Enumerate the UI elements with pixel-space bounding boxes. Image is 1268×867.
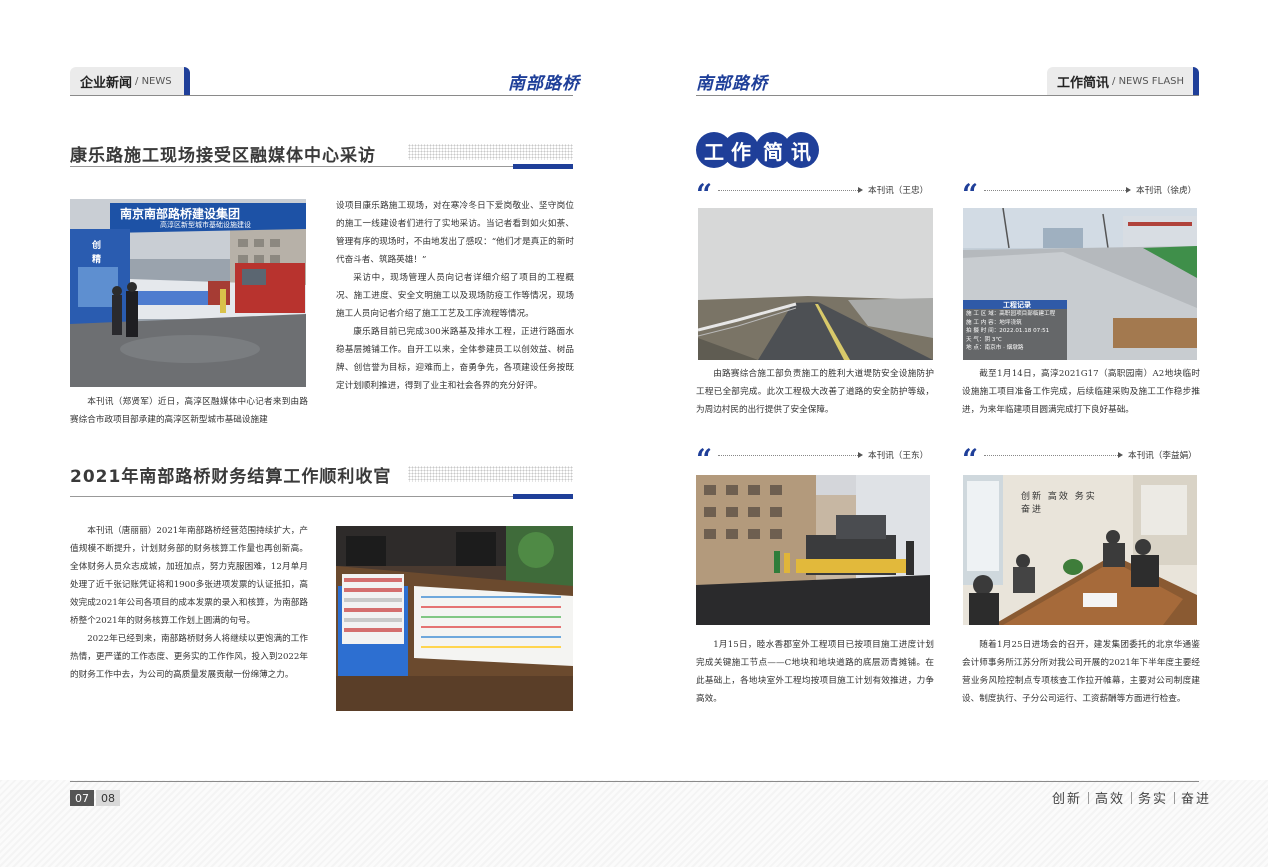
article1-paragraph: 康乐路目前已完成300米路基及排水工程，正进行路面水稳基层摊铺工作。自开工以来，…	[336, 327, 574, 391]
flash4-wall-text: 创新 高效 务实 奋进	[1021, 492, 1097, 515]
footer-slogan: 创新 高效 务实 奋进	[1052, 788, 1211, 807]
right-brand-logo: 南部路桥	[696, 74, 768, 94]
flash1-dotline	[718, 190, 858, 192]
page-number-left: 07	[70, 790, 94, 806]
flash2-text: 截至1月14日，高淳2021G17（高职园南）A2地块临时设施施工项目准备工作完…	[962, 369, 1200, 415]
slogan-word: 创新	[1052, 792, 1083, 807]
flash4-photo-meeting: 创新 高效 务实 奋进	[963, 475, 1197, 625]
left-header-rule	[70, 95, 573, 96]
flash2-dotline	[984, 190, 1126, 192]
flash4-arrow-icon	[1118, 452, 1123, 458]
flash1-photo-road	[698, 208, 933, 360]
flash3-byline: 本刊讯（王东）	[868, 451, 929, 461]
right-section-title-en: / NEWS FLASH	[1112, 75, 1185, 87]
flash2-quote-icon: “	[962, 178, 979, 211]
article1-photo-interview: 南京南部路桥建设集团 高淳区新型城市基础设施建设 创 精	[70, 199, 306, 387]
flash2-byline: 本刊讯（徐虎）	[1136, 186, 1197, 196]
flash2-arrow-icon	[1126, 187, 1131, 193]
left-section-title: 企业新闻	[80, 75, 133, 91]
flash1-byline: 本刊讯（王忠）	[868, 186, 929, 196]
flash3-photo-paving	[696, 475, 930, 625]
flash2-record-line: 施 工 内 容：地坪浇筑	[966, 319, 1022, 326]
flash1-text: 由路赛综合施工部负责施工的胜利大道堤防安全设施防护工程已全部完成。此次工程极大改…	[696, 369, 934, 415]
page-number-right: 08	[96, 790, 120, 806]
article2-headline-pattern	[408, 466, 573, 482]
article1-headline-pattern	[408, 144, 573, 160]
article1-photo-sign-sub: 高淳区新型城市基础设施建设	[160, 221, 251, 229]
article2-headline-bar	[513, 494, 573, 499]
article2-paragraph: 本刊讯（唐丽丽）2021年南部路桥经营范围持续扩大，产值规模不断提升，计划财务部…	[70, 526, 308, 626]
flash2-record-line: 施 工 区 域：高职园项目部临建工程	[966, 311, 1056, 317]
flash2-record-line: 天 气：阴 3℃	[966, 336, 1002, 343]
slogan-word: 高效	[1095, 792, 1126, 807]
article1-headline-rule	[70, 166, 573, 167]
flash4-quote-icon: “	[962, 443, 979, 476]
article2-headline: 2021年南部路桥财务结算工作顺利收官	[70, 467, 392, 487]
article1-body: 设项目康乐路施工现场，对在寒冷冬日下爱岗敬业、坚守岗位的施工一线建设者们进行了实…	[336, 197, 574, 395]
flash2-record-line: 地 点：南京市 · 烟墩路	[966, 345, 1024, 351]
flash2-record-lines: 施 工 区 域：高职园项目部临建工程 施 工 内 容：地坪浇筑 拍 摄 时 间：…	[966, 310, 1055, 353]
article1-headline-bar	[513, 164, 573, 169]
article1-caption: 本刊讯（郑贤军）近日，高淳区融媒体中心记者来到由路赛综合市政项目部承建的高淳区新…	[70, 397, 308, 425]
flash3-quote-icon: “	[696, 443, 713, 476]
left-brand-logo: 南部路桥	[508, 74, 580, 94]
flash-badge-char: 讯	[783, 132, 819, 168]
flash3-dotline	[718, 455, 858, 457]
flash1-arrow-icon	[858, 187, 863, 193]
article2-photo-invoices	[336, 526, 573, 711]
footer-rule	[70, 781, 1199, 782]
flash3-arrow-icon	[858, 452, 863, 458]
flash2-photo-site: 工程记录 施 工 区 域：高职园项目部临建工程 施 工 内 容：地坪浇筑 拍 摄…	[963, 208, 1197, 360]
flash2-record-line: 拍 摄 时 间：2022.01.18 07:51	[966, 328, 1050, 334]
article2-headline-rule	[70, 496, 573, 497]
article1-headline: 康乐路施工现场接受区融媒体中心采访	[70, 146, 376, 166]
flash4-byline: 本刊讯（李益娟）	[1128, 451, 1197, 461]
flash-badge-char: 作	[723, 132, 759, 168]
flash3-text: 1月15日，睦水香郡室外工程项目已按项目施工进度计划完成关键施工节点——C地块和…	[696, 640, 934, 704]
flash1-quote-icon: “	[696, 178, 713, 211]
article2-paragraph: 2022年已经到来，南部路桥财务人将继续以更饱满的工作热情，更严谨的工作态度、更…	[70, 634, 308, 680]
flash4-dotline	[984, 455, 1118, 457]
right-section-tab: 工作简讯 / NEWS FLASH	[1047, 67, 1199, 95]
slogan-word: 务实	[1138, 792, 1169, 807]
article1-paragraph: 采访中，现场管理人员向记者详细介绍了项目的工程概况、施工进度、安全文明施工以及现…	[336, 273, 574, 319]
slogan-word: 奋进	[1181, 792, 1212, 807]
left-section-tab: 企业新闻 / NEWS	[70, 67, 190, 95]
article1-photo-side-text: 创 精	[92, 241, 102, 265]
right-header-rule	[696, 95, 1199, 96]
right-section-title: 工作简讯	[1057, 75, 1110, 91]
flash4-text: 随着1月25日进场会的召开，建发集团委托的北京华通鉴会计师事务所江苏分所对我公司…	[962, 640, 1200, 704]
article2-body: 本刊讯（唐丽丽）2021年南部路桥经营范围持续扩大，产值规模不断提升，计划财务部…	[70, 522, 308, 684]
flash2-record-title: 工程记录	[1003, 301, 1031, 309]
left-section-title-en: / NEWS	[135, 75, 172, 87]
article1-paragraph: 设项目康乐路施工现场，对在寒冷冬日下爱岗敬业、坚守岗位的施工一线建设者们进行了实…	[336, 201, 574, 265]
